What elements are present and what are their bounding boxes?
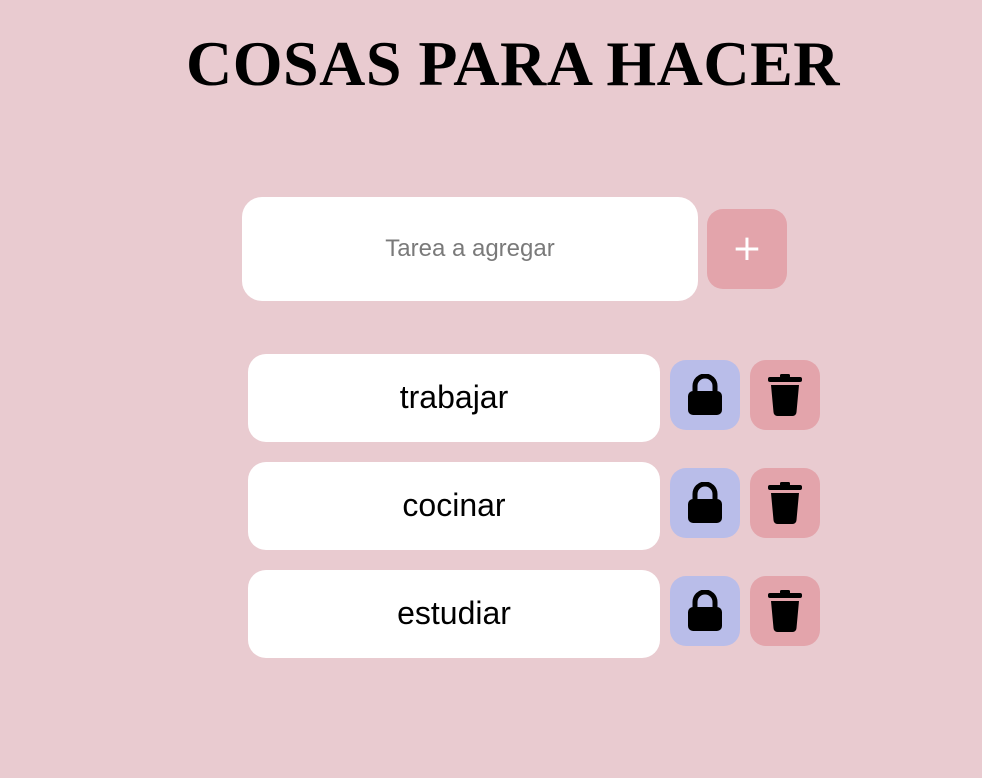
task-label: trabajar <box>248 354 660 442</box>
trash-icon <box>768 590 802 632</box>
delete-button[interactable] <box>750 468 820 538</box>
lock-icon <box>688 482 722 523</box>
lock-button[interactable] <box>670 360 740 430</box>
delete-button[interactable] <box>750 576 820 646</box>
task-label: cocinar <box>248 462 660 550</box>
delete-button[interactable] <box>750 360 820 430</box>
task-item: trabajar <box>248 354 820 442</box>
trash-icon <box>768 482 802 524</box>
add-task-button[interactable]: + <box>707 209 787 289</box>
task-input[interactable] <box>242 197 698 301</box>
lock-button[interactable] <box>670 468 740 538</box>
task-item: cocinar <box>248 462 820 550</box>
lock-icon <box>688 590 722 631</box>
trash-icon <box>768 374 802 416</box>
lock-button[interactable] <box>670 576 740 646</box>
task-item: estudiar <box>248 570 820 658</box>
page-title: COSAS PARA HACER <box>186 28 840 99</box>
task-label: estudiar <box>248 570 660 658</box>
lock-icon <box>688 374 722 415</box>
